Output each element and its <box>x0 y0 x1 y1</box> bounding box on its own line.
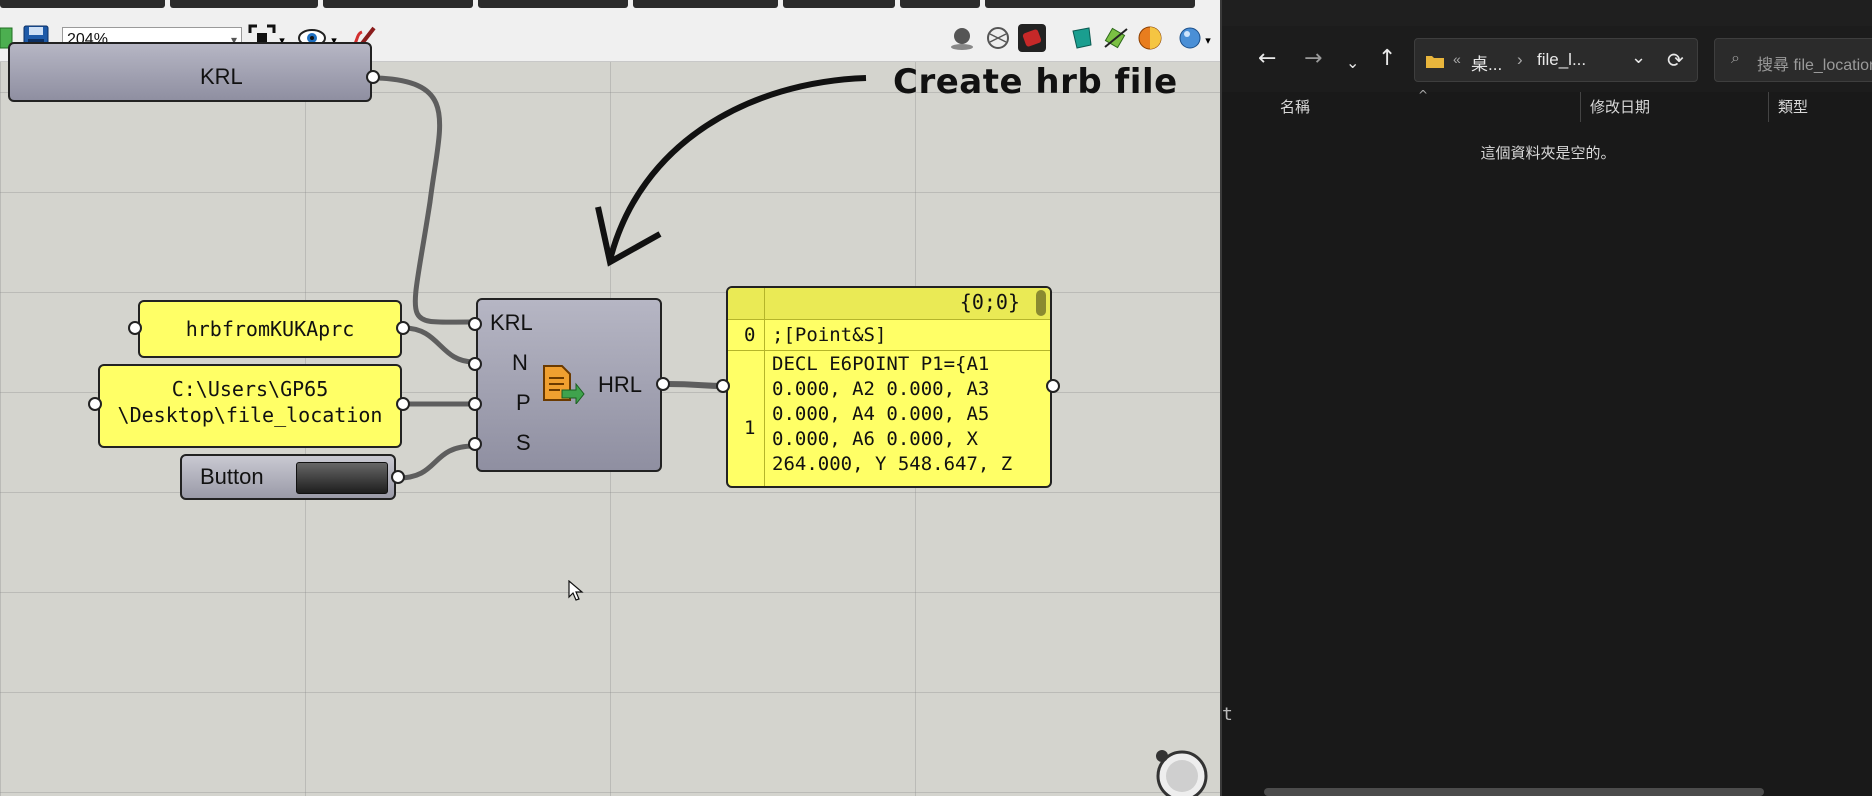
component-tab[interactable] <box>900 0 980 8</box>
column-divider[interactable] <box>1580 92 1581 122</box>
input-grip-krl[interactable] <box>468 317 482 331</box>
row-index: 1 <box>744 417 756 439</box>
preview-wire-icon[interactable] <box>984 24 1012 52</box>
recent-locations-chevron-icon[interactable]: ⌄ <box>1346 52 1359 74</box>
path-panel-line2: \Desktop\file_location <box>117 403 383 427</box>
node-canvas[interactable]: KRL hrbfromKUKAprc C:\Users\GP65 \Deskto… <box>0 42 1220 796</box>
input-grip-s[interactable] <box>468 437 482 451</box>
branch-path: {0;0} <box>959 290 1020 314</box>
annotation-arrow <box>607 75 867 261</box>
material-sphere-icon[interactable] <box>1136 24 1164 52</box>
export-file-icon <box>540 364 586 408</box>
forward-arrow-icon[interactable]: → <box>1304 48 1322 70</box>
button-face[interactable] <box>296 462 388 494</box>
input-grip-p[interactable] <box>468 397 482 411</box>
grasshopper-window: 204% ▾ ▾ ▾ ▾ KRL hrbfromKUKAprc C:\Users… <box>0 0 1220 796</box>
name-panel-text: hrbfromKUKAprc <box>185 317 355 341</box>
breadcrumb-separator: › <box>1517 50 1523 69</box>
folder-icon <box>1426 56 1444 68</box>
output-grip-hrl[interactable] <box>656 377 670 391</box>
search-icon: ⌕ <box>1731 50 1740 67</box>
component-tab[interactable] <box>170 0 318 8</box>
krl-source-component[interactable]: KRL <box>8 42 372 102</box>
breadcrumb-desktop[interactable]: 桌... <box>1471 50 1502 75</box>
search-box[interactable]: ⌕ 搜尋 file_location <box>1714 38 1872 82</box>
select-wire-icon[interactable] <box>1102 24 1130 52</box>
address-overflow[interactable]: « <box>1453 51 1461 67</box>
output-label-hrl: HRL <box>598 372 643 397</box>
column-type[interactable]: 類型 <box>1778 96 1808 117</box>
path-panel-line1: C:\Users\GP65 <box>171 377 329 401</box>
button-label: Button <box>200 464 264 489</box>
column-name[interactable]: 名稱 <box>1280 96 1310 117</box>
component-tab-strip <box>0 0 1220 10</box>
chevron-down-icon[interactable]: ▾ <box>1202 26 1214 54</box>
create-hrb-component[interactable]: KRL N P S HRL <box>476 298 662 472</box>
back-arrow-icon[interactable]: ← <box>1258 48 1276 70</box>
wire-krl <box>377 75 471 325</box>
output-grip[interactable] <box>396 397 410 411</box>
input-label-p: P <box>516 390 531 415</box>
krl-source-label: KRL <box>200 64 243 89</box>
input-grip[interactable] <box>128 321 142 335</box>
row-text-line: DECL E6POINT P1={A1 <box>772 353 990 375</box>
component-tab[interactable] <box>478 0 628 8</box>
address-dropdown-chevron-icon[interactable]: ⌄ <box>1631 47 1646 68</box>
search-placeholder: 搜尋 file_location <box>1757 57 1872 74</box>
row-index: 0 <box>744 324 756 346</box>
preview-selected-icon[interactable] <box>1018 24 1046 52</box>
up-arrow-icon[interactable]: ↑ <box>1378 48 1396 70</box>
trigger-button-component[interactable]: Button <box>180 454 396 500</box>
column-divider[interactable] <box>1768 92 1769 122</box>
explorer-ribbon-strip <box>1222 0 1872 26</box>
column-header-row: 名稱 ^ 修改日期 類型 <box>1222 88 1872 122</box>
wire-name <box>403 325 475 365</box>
horizontal-scrollbar[interactable] <box>1264 788 1764 796</box>
name-panel[interactable]: hrbfromKUKAprc <box>138 300 402 358</box>
preview-shaded-icon[interactable] <box>948 24 976 52</box>
panel-scrollbar[interactable] <box>1036 290 1046 316</box>
explorer-navigation-bar: ← → ⌄ ↑ « 桌... › file_l... ⌄ ⟳ ⌕ 搜尋 file… <box>1222 26 1872 92</box>
refresh-icon[interactable]: ⟳ <box>1667 48 1684 73</box>
navigation-compass-icon[interactable] <box>1152 746 1208 796</box>
output-grip[interactable] <box>1046 379 1060 393</box>
row-text-line: 0.000, A2 0.000, A3 <box>772 378 990 400</box>
file-explorer-window: ← → ⌄ ↑ « 桌... › file_l... ⌄ ⟳ ⌕ 搜尋 file… <box>1220 0 1872 796</box>
component-tab[interactable] <box>985 0 1195 8</box>
row-text: ;[Point&S] <box>772 324 887 346</box>
partial-text-glyph: t <box>1222 704 1233 725</box>
component-tab[interactable] <box>323 0 473 8</box>
row-text-line: 264.000, Y 548.647, Z <box>772 453 1013 475</box>
output-grip[interactable] <box>396 321 410 335</box>
mouse-cursor-icon <box>568 580 584 601</box>
display-sphere-icon[interactable] <box>1176 24 1204 52</box>
output-grip[interactable] <box>366 70 380 84</box>
row-text-block: DECL E6POINT P1={A1 0.000, A2 0.000, A3 … <box>772 352 1012 477</box>
component-tab[interactable] <box>633 0 778 8</box>
empty-folder-message: 這個資料夾是空的。 <box>1480 144 1616 162</box>
bake-icon[interactable] <box>1068 24 1096 52</box>
wire-button <box>397 443 475 481</box>
row-text-line: 0.000, A4 0.000, A5 <box>772 403 990 425</box>
component-tab[interactable] <box>783 0 895 8</box>
input-grip-n[interactable] <box>468 357 482 371</box>
path-panel[interactable]: C:\Users\GP65 \Desktop\file_location <box>98 364 402 448</box>
panel-header: {0;0} <box>728 288 1050 320</box>
output-grip[interactable] <box>391 470 405 484</box>
input-label-n: N <box>512 350 528 375</box>
sort-ascending-icon: ^ <box>1418 88 1429 102</box>
row-text-line: 0.000, A6 0.000, X <box>772 428 978 450</box>
column-date-modified[interactable]: 修改日期 <box>1590 96 1650 117</box>
component-tab[interactable] <box>0 0 165 8</box>
input-grip[interactable] <box>88 397 102 411</box>
output-panel[interactable]: {0;0} 0 ;[Point&S] 1 DECL E6POINT P1={A1… <box>726 286 1052 488</box>
address-bar[interactable]: « 桌... › file_l... ⌄ ⟳ <box>1414 38 1698 82</box>
input-grip[interactable] <box>716 379 730 393</box>
annotation-text: Create hrb file <box>893 62 1178 102</box>
breadcrumb-file-location[interactable]: file_l... <box>1537 50 1586 70</box>
input-label-krl: KRL <box>490 310 533 335</box>
input-label-s: S <box>516 430 531 455</box>
